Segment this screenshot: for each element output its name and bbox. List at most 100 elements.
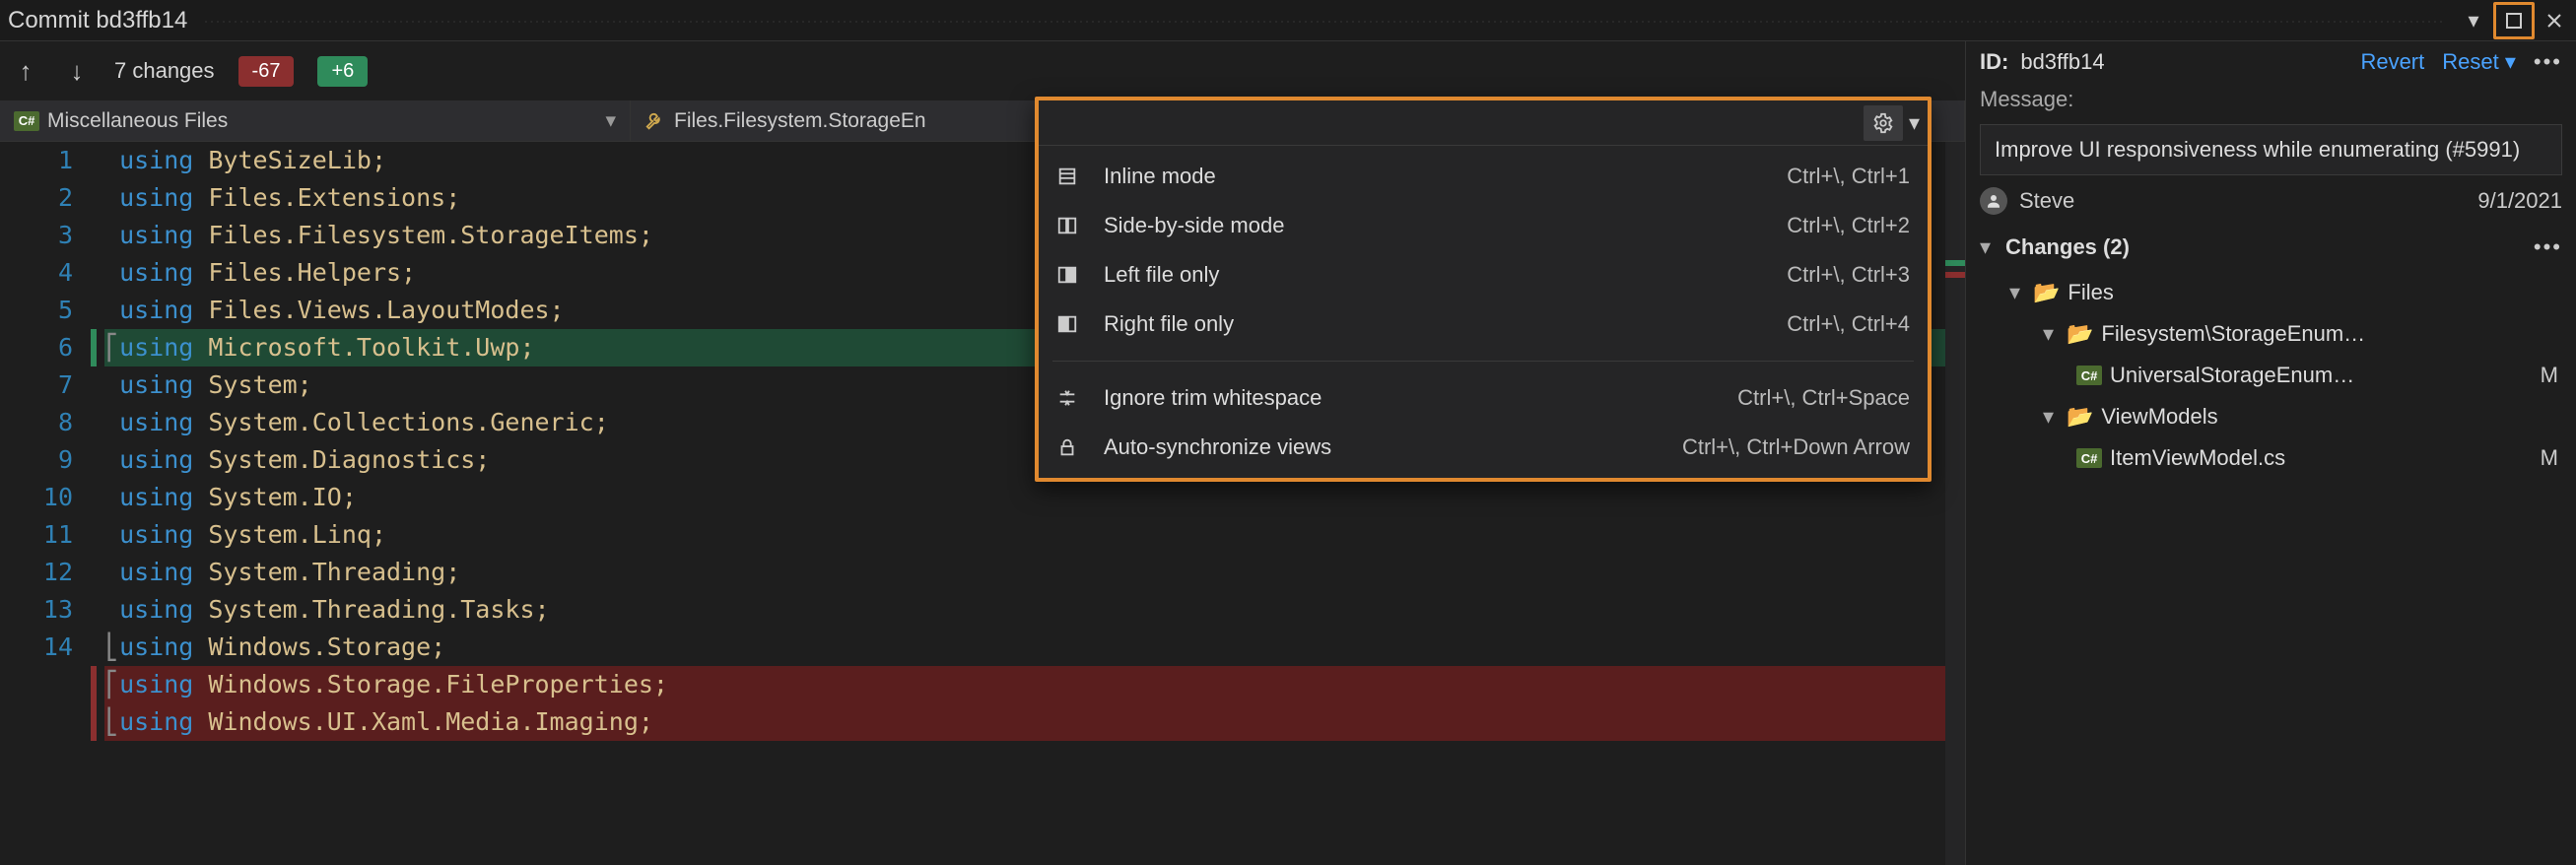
- deleted-badge: -67: [238, 56, 295, 87]
- line-number: 7: [0, 366, 73, 404]
- diff-marker: [91, 366, 104, 404]
- folder-icon: 📂: [2067, 404, 2093, 430]
- menu-item-label: Left file only: [1104, 262, 1765, 288]
- menu-item-label: Inline mode: [1104, 164, 1765, 189]
- line-number: 9: [0, 441, 73, 479]
- more-actions-icon[interactable]: •••: [2534, 49, 2562, 75]
- id-label: ID:: [1980, 49, 2008, 75]
- csharp-icon: C#: [14, 111, 39, 131]
- tree-file-universalstorage[interactable]: C# UniversalStorageEnum… M: [1986, 355, 2562, 396]
- maximize-icon[interactable]: [2500, 7, 2528, 34]
- tree-folder-files[interactable]: ▾ 📂 Files: [1986, 272, 2562, 313]
- diff-marker: [91, 666, 97, 703]
- menu-item-side-by-side-mode[interactable]: Side-by-side mode Ctrl+\, Ctrl+2: [1039, 201, 1928, 250]
- diff-marker: [91, 479, 104, 516]
- wrench-icon: [644, 110, 666, 132]
- diff-marker: [91, 703, 97, 741]
- line-number: 14: [0, 629, 73, 666]
- diff-marker: [91, 404, 104, 441]
- file-status: M: [2541, 363, 2562, 388]
- menu-item-shortcut: Ctrl+\, Ctrl+1: [1787, 164, 1910, 189]
- line-number: 1: [0, 142, 73, 179]
- line-number: [0, 666, 73, 703]
- file-status: M: [2541, 445, 2562, 471]
- diff-marker: [91, 292, 104, 329]
- code-line: ⎣using Windows.UI.Xaml.Media.Imaging;: [104, 703, 1945, 741]
- line-gutter: 1234567891011121314: [0, 142, 91, 865]
- rightfile-icon: [1056, 313, 1082, 335]
- folder-icon: 📂: [2033, 280, 2060, 305]
- code-line: ⎡using Windows.Storage.FileProperties;: [104, 666, 1945, 703]
- menu-item-shortcut: Ctrl+\, Ctrl+2: [1787, 213, 1910, 238]
- menu-item-inline-mode[interactable]: Inline mode Ctrl+\, Ctrl+1: [1039, 152, 1928, 201]
- reset-button[interactable]: Reset ▾: [2442, 49, 2516, 75]
- csharp-icon: C#: [2076, 366, 2102, 385]
- tree-label: ItemViewModel.cs: [2110, 445, 2285, 471]
- menu-item-label: Side-by-side mode: [1104, 213, 1765, 238]
- title-bar: Commit bd3ffb14 ▾: [0, 0, 2576, 41]
- commit-message: Improve UI responsiveness while enumerat…: [1980, 124, 2562, 175]
- menu-separator: [1052, 361, 1914, 362]
- inline-icon: [1056, 166, 1082, 187]
- revert-button[interactable]: Revert: [2360, 49, 2424, 75]
- changes-header: Changes (2): [2005, 234, 2130, 260]
- line-number: 6: [0, 329, 73, 366]
- code-line: using System.Linq;: [104, 516, 1945, 554]
- menu-item-label: Ignore trim whitespace: [1104, 385, 1716, 411]
- menu-item-shortcut: Ctrl+\, Ctrl+4: [1787, 311, 1910, 337]
- sidebyside-icon: [1056, 215, 1082, 236]
- menu-item-left-file-only[interactable]: Left file only Ctrl+\, Ctrl+3: [1039, 250, 1928, 299]
- diff-marker: [91, 329, 97, 366]
- menu-item-ignore-trim-whitespace[interactable]: Ignore trim whitespaceCtrl+\, Ctrl+Space: [1039, 373, 1928, 423]
- commit-toolbar: ↑ ↓ 7 changes -67 +6: [0, 41, 1965, 100]
- message-label: Message:: [1980, 87, 2562, 112]
- diff-marker-column: [91, 142, 104, 865]
- maximize-highlight: [2493, 2, 2535, 39]
- menu-item-shortcut: Ctrl+\, Ctrl+3: [1787, 262, 1910, 288]
- diff-settings-menu: ▾ Inline mode Ctrl+\, Ctrl+1 Side-by-side …: [1035, 97, 1932, 482]
- author-name: Steve: [2019, 188, 2074, 214]
- tree-folder-filesystem[interactable]: ▾ 📂 Filesystem\StorageEnum…: [1986, 313, 2562, 355]
- caret-down-icon[interactable]: ▾: [1980, 234, 1996, 260]
- commit-id: bd3ffb14: [2020, 49, 2104, 75]
- commit-details-panel: ID: bd3ffb14 Revert Reset ▾ ••• Message:…: [1965, 41, 2576, 865]
- minimap[interactable]: [1945, 142, 1965, 865]
- menu-item-label: Right file only: [1104, 311, 1765, 337]
- tab-label: Files.Filesystem.StorageEn: [674, 109, 926, 133]
- diff-marker: [91, 629, 104, 666]
- code-line: using System.Threading.Tasks;: [104, 591, 1945, 629]
- line-number: 11: [0, 516, 73, 554]
- trim-icon: [1056, 387, 1082, 409]
- chevron-down-icon[interactable]: ▾: [1909, 110, 1920, 136]
- caret-down-icon: ▾: [2009, 280, 2025, 305]
- menu-item-right-file-only[interactable]: Right file only Ctrl+\, Ctrl+4: [1039, 299, 1928, 349]
- line-number: 13: [0, 591, 73, 629]
- tree-file-itemviewmodel[interactable]: C# ItemViewModel.cs M: [1986, 437, 2562, 479]
- tree-folder-viewmodels[interactable]: ▾ 📂 ViewModels: [1986, 396, 2562, 437]
- prev-change-icon[interactable]: ↑: [12, 56, 39, 87]
- menu-item-auto-synchronize-views[interactable]: Auto-synchronize views Ctrl+\, Ctrl+Down …: [1039, 423, 1928, 472]
- grip-area: [203, 19, 2444, 23]
- menu-item-label: Auto-synchronize views: [1104, 434, 1661, 460]
- diff-marker: [91, 254, 104, 292]
- avatar: [1980, 187, 2007, 215]
- diff-marker: [91, 142, 104, 179]
- dropdown-icon[interactable]: ▾: [2460, 7, 2487, 34]
- line-number: 8: [0, 404, 73, 441]
- line-number: 12: [0, 554, 73, 591]
- tab-misc-files[interactable]: C# Miscellaneous Files ▾: [0, 100, 631, 141]
- chevron-down-icon[interactable]: ▾: [605, 108, 616, 133]
- caret-down-icon: ▾: [2043, 404, 2059, 430]
- window-title: Commit bd3ffb14: [8, 7, 187, 34]
- next-change-icon[interactable]: ↓: [63, 56, 91, 87]
- gear-icon[interactable]: [1864, 105, 1903, 141]
- diff-marker: [91, 441, 104, 479]
- line-number: 3: [0, 217, 73, 254]
- line-number: 5: [0, 292, 73, 329]
- diff-marker: [91, 554, 104, 591]
- menu-item-shortcut: Ctrl+\, Ctrl+Down Arrow: [1682, 434, 1910, 460]
- close-icon[interactable]: [2541, 7, 2568, 34]
- changes-more-icon[interactable]: •••: [2534, 234, 2562, 260]
- added-badge: +6: [317, 56, 368, 87]
- tree-label: ViewModels: [2101, 404, 2217, 430]
